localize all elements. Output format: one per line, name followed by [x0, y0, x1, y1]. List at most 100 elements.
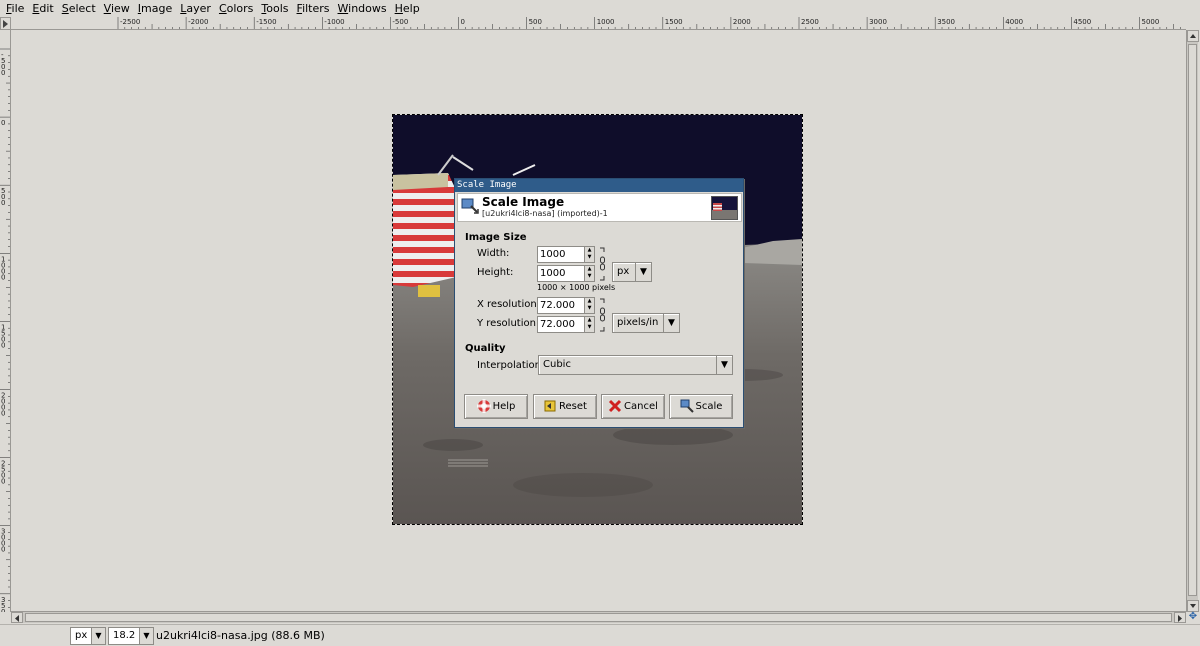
- unit-value: px: [75, 630, 88, 641]
- resolution-chain-link-icon[interactable]: [599, 298, 607, 335]
- x-resolution-value: 72.000: [540, 300, 575, 311]
- scale-button-label: Scale: [695, 401, 723, 412]
- ruler-tick-label: 0: [1, 608, 5, 612]
- height-field[interactable]: 1000 ▲ ▼: [537, 265, 595, 282]
- reset-button[interactable]: Reset: [533, 394, 597, 419]
- reset-icon: [543, 399, 557, 413]
- x-resolution-label: X resolution:: [477, 299, 541, 310]
- scale-image-dialog: Scale Image Scale Image [u2ukri4lci8-nas…: [454, 178, 744, 428]
- menu-select[interactable]: Select: [58, 0, 100, 17]
- help-button-label: Help: [492, 401, 516, 412]
- ruler-tick-label: 0: [1, 69, 5, 77]
- ruler-tick-label: -1500: [256, 18, 276, 26]
- horizontal-ruler[interactable]: -2500 -2000 -1500 -1000 -500 0 500 1000 1500 2000…: [11, 17, 1186, 30]
- scale-image-icon: [461, 197, 479, 215]
- height-label: Height:: [477, 267, 514, 278]
- chevron-down-icon[interactable]: ▼: [663, 314, 679, 332]
- ruler-tick-label: 3000: [869, 18, 887, 26]
- image-thumbnail: [711, 196, 738, 220]
- dialog-heading: Scale Image: [482, 195, 565, 209]
- ruler-tick-label: 2000: [733, 18, 751, 26]
- menu-view[interactable]: View: [100, 0, 134, 17]
- pixel-size-note: 1000 × 1000 pixels: [537, 283, 616, 292]
- ruler-tick-label: 0: [1, 341, 5, 349]
- zoom-selector[interactable]: 18.2 % ▼: [108, 627, 154, 645]
- cancel-button[interactable]: Cancel: [601, 394, 665, 419]
- height-value: 1000: [540, 268, 566, 279]
- interpolation-label: Interpolation:: [477, 360, 545, 371]
- menu-file[interactable]: File: [2, 0, 28, 17]
- y-resolution-label: Y resolution:: [477, 318, 540, 329]
- chevron-down-icon[interactable]: ▼: [635, 263, 651, 281]
- vertical-ruler-ticks: -5000500100015002000250030003500: [0, 48, 10, 612]
- ruler-tick-label: -2000: [188, 18, 208, 26]
- scale-icon: [680, 399, 694, 413]
- ruler-tick-label: 0: [1, 478, 5, 486]
- menu-filters[interactable]: Filters: [293, 0, 334, 17]
- file-info: u2ukri4lci8-nasa.jpg (88.6 MB): [156, 629, 325, 642]
- lifebuoy-icon: [476, 399, 491, 413]
- unit-selector[interactable]: px ▼: [70, 627, 106, 645]
- ruler-tick-label: 4000: [1005, 18, 1023, 26]
- horizontal-scrollbar[interactable]: [11, 611, 1186, 623]
- ruler-tick-label: 2500: [801, 18, 819, 26]
- menu-tools[interactable]: Tools: [257, 0, 292, 17]
- ruler-tick-label: 3500: [937, 18, 955, 26]
- quality-heading: Quality: [465, 343, 506, 354]
- height-spin-arrows-icon[interactable]: ▲ ▼: [584, 266, 594, 281]
- scroll-up-arrow-icon[interactable]: [1187, 30, 1199, 42]
- size-chain-link-icon[interactable]: [599, 247, 607, 284]
- navigate-icon[interactable]: ✥: [1187, 611, 1199, 623]
- cancel-button-label: Cancel: [624, 401, 658, 412]
- resolution-unit-value: pixels/in: [617, 317, 659, 328]
- menu-layer[interactable]: Layer: [176, 0, 215, 17]
- size-unit-selector[interactable]: px ▼: [612, 262, 652, 282]
- scroll-left-arrow-icon[interactable]: [11, 612, 23, 623]
- menubar: File Edit Select View Image Layer Colors…: [0, 0, 1200, 17]
- dialog-header: Scale Image [u2ukri4lci8-nasa] (imported…: [457, 193, 742, 222]
- ruler-corner-button[interactable]: [0, 17, 11, 30]
- ruler-tick-label: 0: [1, 546, 5, 554]
- resolution-unit-selector[interactable]: pixels/in ▼: [612, 313, 680, 333]
- help-button[interactable]: Help: [464, 394, 528, 419]
- y-resolution-field[interactable]: 72.000 ▲ ▼: [537, 316, 595, 333]
- scroll-right-arrow-icon[interactable]: [1174, 612, 1186, 623]
- vertical-scroll-thumb[interactable]: [1188, 44, 1197, 596]
- x-resolution-field[interactable]: 72.000 ▲ ▼: [537, 297, 595, 314]
- scale-button[interactable]: Scale: [669, 394, 733, 419]
- size-unit-value: px: [617, 266, 630, 277]
- reset-button-label: Reset: [559, 401, 587, 412]
- interpolation-value: Cubic: [543, 359, 571, 370]
- ruler-tick-label: 500: [529, 18, 542, 26]
- image-size-heading: Image Size: [465, 232, 527, 243]
- chevron-down-icon[interactable]: ▼: [139, 628, 153, 644]
- menu-windows[interactable]: Windows: [334, 0, 391, 17]
- chevron-down-icon[interactable]: ▼: [716, 356, 732, 374]
- width-spin-arrows-icon[interactable]: ▲ ▼: [584, 247, 594, 262]
- dialog-subtitle: [u2ukri4lci8-nasa] (imported)-1: [482, 209, 608, 218]
- horizontal-scroll-thumb[interactable]: [25, 613, 1172, 622]
- ruler-tick-label: -1000: [324, 18, 344, 26]
- ruler-tick-label: 1000: [597, 18, 615, 26]
- width-label: Width:: [477, 248, 510, 259]
- width-field[interactable]: 1000 ▲ ▼: [537, 246, 595, 263]
- vertical-scrollbar[interactable]: [1186, 30, 1199, 612]
- dialog-titlebar[interactable]: Scale Image: [455, 179, 743, 192]
- ruler-tick-label: 0: [1, 199, 5, 207]
- ruler-tick-label: 0: [461, 18, 465, 26]
- ruler-tick-label: 5000: [1142, 18, 1160, 26]
- menu-edit[interactable]: Edit: [28, 0, 57, 17]
- menu-image[interactable]: Image: [134, 0, 176, 17]
- y-resolution-spin-arrows-icon[interactable]: ▲ ▼: [584, 317, 594, 332]
- menu-colors[interactable]: Colors: [215, 0, 257, 17]
- statusbar: px ▼ 18.2 % ▼ u2ukri4lci8-nasa.jpg (88.6…: [0, 624, 1200, 646]
- interpolation-selector[interactable]: Cubic ▼: [538, 355, 733, 375]
- triangle-icon: [3, 20, 8, 28]
- cancel-icon: [608, 399, 622, 413]
- chevron-down-icon[interactable]: ▼: [91, 628, 105, 644]
- x-resolution-spin-arrows-icon[interactable]: ▲ ▼: [584, 298, 594, 313]
- ruler-tick-label: 4500: [1073, 18, 1091, 26]
- ruler-tick-label: 0: [1, 273, 5, 281]
- menu-help[interactable]: Help: [391, 0, 424, 17]
- vertical-ruler[interactable]: -5000500100015002000250030003500: [0, 30, 11, 612]
